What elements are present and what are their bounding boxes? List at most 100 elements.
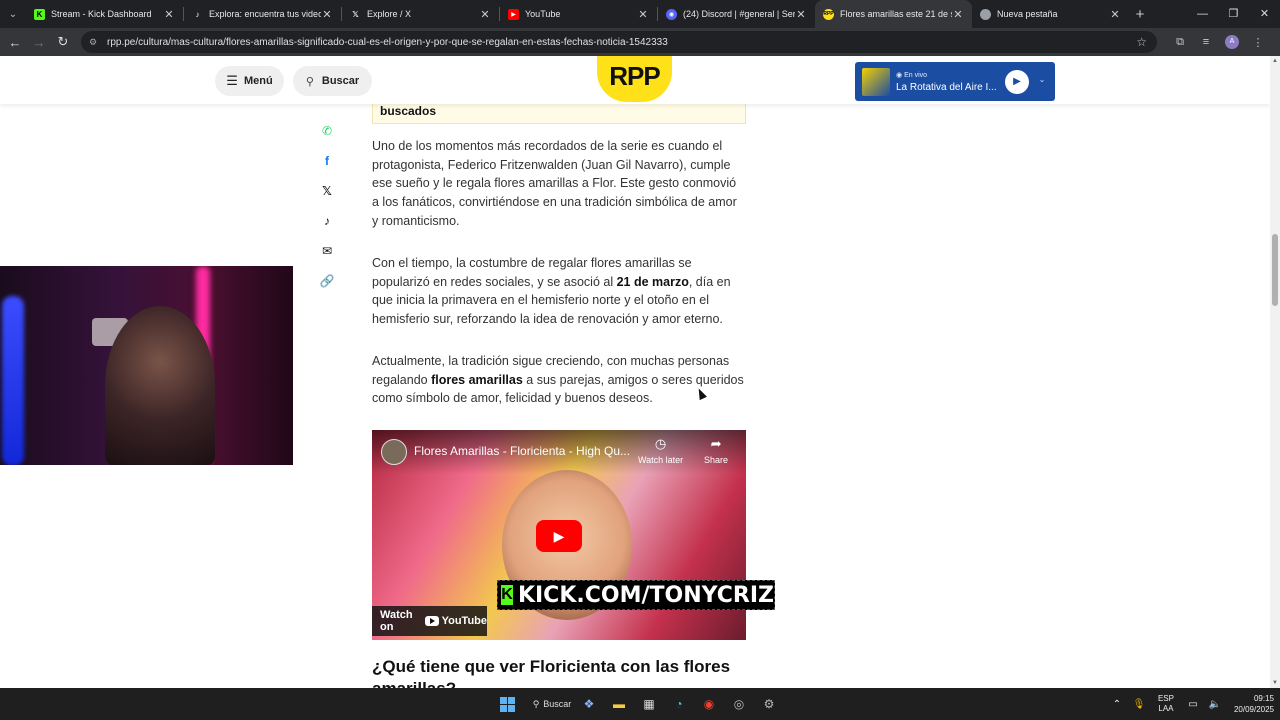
profile-avatar[interactable]: A: [1225, 35, 1239, 49]
site-info-icon[interactable]: ⚙: [89, 37, 103, 48]
edge-icon[interactable]: ◔: [664, 689, 694, 719]
bookmark-star-icon[interactable]: ☆: [1136, 35, 1147, 49]
site-header: ☰ Menú ⚲ Buscar RPP ◉ En vivo La Rotativ…: [0, 56, 1270, 104]
x-icon[interactable]: 𝕏: [316, 176, 338, 206]
close-tab-icon[interactable]: ✕: [479, 8, 491, 21]
whatsapp-icon[interactable]: ✆: [316, 116, 338, 146]
more-menu-icon[interactable]: ⋮: [1245, 36, 1271, 49]
live-radio-widget[interactable]: ◉ En vivo La Rotativa del Aire I... ▶ ⌄: [855, 62, 1055, 101]
reload-icon[interactable]: ↻: [51, 34, 75, 50]
tab-new-tab[interactable]: Nueva pestaña ✕: [972, 0, 1129, 28]
page-scrollbar[interactable]: ▲ ▼: [1270, 56, 1280, 688]
tab-label: Explore / X: [367, 9, 412, 19]
kick-channel-banner: K KICK.COM/TONYCRIZ: [497, 580, 775, 610]
watch-later-button[interactable]: ◷ Watch later: [638, 436, 683, 465]
toolbar-right: ⧉ ≡ A ⋮: [1167, 35, 1271, 49]
clock-time: 09:15: [1253, 694, 1274, 703]
tab-label: Flores amarillas este 21 de sep: [840, 9, 952, 19]
chevron-down-icon[interactable]: ⌄: [1035, 75, 1049, 89]
watch-on-label: Watch on: [380, 609, 413, 633]
media-controls-icon[interactable]: ≡: [1193, 36, 1219, 48]
link-icon[interactable]: 🔗: [316, 266, 338, 296]
paragraph-bold: flores amarillas: [431, 372, 523, 387]
tab-label: YouTube: [525, 9, 561, 19]
tab-kick-dashboard[interactable]: K Stream - Kick Dashboard ✕: [26, 0, 183, 28]
share-button[interactable]: ➦ Share: [704, 436, 728, 465]
chevron-up-icon[interactable]: ⌃: [1106, 699, 1128, 710]
file-explorer-icon[interactable]: ▬: [604, 689, 634, 719]
taskbar-apps: ⚲ Buscar ❖ ▬ ▦ ◔ ◉ ◎ ⚙: [492, 688, 784, 720]
tab-label: Stream - Kick Dashboard: [51, 9, 152, 19]
scroll-down-icon[interactable]: ▼: [1270, 680, 1280, 686]
obs-icon[interactable]: ◎: [724, 689, 754, 719]
forward-icon[interactable]: →: [27, 35, 51, 50]
store-icon[interactable]: ▦: [634, 689, 664, 719]
windows-taskbar: ⚲ Buscar ❖ ▬ ▦ ◔ ◉ ◎ ⚙ ⌃ 🎙 ESP LAA ▭ 🔈 09:…: [0, 688, 1280, 720]
copilot-icon[interactable]: ❖: [574, 689, 604, 719]
search-label: Buscar: [321, 75, 360, 87]
search-button[interactable]: ⚲ Buscar: [293, 66, 372, 96]
tab-youtube[interactable]: ▶ YouTube ✕: [500, 0, 657, 28]
chrome-icon: [980, 8, 991, 20]
article-paragraph: Actualmente, la tradición sigue creciend…: [372, 352, 746, 408]
clock-date: 20/09/2025: [1233, 705, 1274, 714]
back-icon[interactable]: ←: [3, 35, 27, 50]
kick-icon: K: [34, 8, 45, 20]
search-icon: ⚲: [532, 698, 540, 709]
tab-rpp-active[interactable]: RPP Flores amarillas este 21 de sep ✕: [815, 0, 972, 28]
language-indicator[interactable]: ESP LAA: [1158, 694, 1174, 714]
article-paragraph: Uno de los momentos más recordados de la…: [372, 137, 746, 231]
play-button[interactable]: ▶: [536, 520, 582, 552]
microphone-icon[interactable]: 🎙: [1128, 699, 1150, 710]
network-icon[interactable]: ▭: [1182, 699, 1204, 710]
close-tab-icon[interactable]: ✕: [795, 8, 807, 21]
menu-button[interactable]: ☰ Menú: [215, 66, 284, 96]
channel-avatar[interactable]: [381, 439, 407, 465]
chrome-icon[interactable]: ◉: [694, 689, 724, 719]
maximize-icon[interactable]: ❐: [1218, 0, 1249, 28]
rpp-logo[interactable]: RPP: [597, 56, 672, 102]
tab-search-dropdown[interactable]: ⌄: [0, 0, 26, 28]
taskbar-search[interactable]: ⚲ Buscar: [522, 689, 574, 719]
address-bar[interactable]: ⚙ rpp.pe/cultura/mas-cultura/flores-amar…: [81, 31, 1157, 53]
menu-label: Menú: [243, 75, 273, 87]
start-icon[interactable]: [492, 689, 522, 719]
close-tab-icon[interactable]: ✕: [321, 8, 333, 21]
tab-tiktok[interactable]: ♪ Explora: encuentra tus videos f ✕: [184, 0, 341, 28]
tab-label: (24) Discord | #general | Servid: [683, 9, 795, 19]
x-icon: 𝕏: [352, 9, 359, 19]
share-bar: ✆ f 𝕏 ♪ ✉ 🔗: [316, 116, 338, 296]
extensions-icon[interactable]: ⧉: [1167, 36, 1193, 49]
facebook-icon[interactable]: f: [316, 146, 338, 176]
close-tab-icon[interactable]: ✕: [637, 8, 649, 21]
play-icon[interactable]: ▶: [1005, 69, 1029, 94]
close-tab-icon[interactable]: ✕: [1109, 8, 1121, 21]
close-window-icon[interactable]: ✕: [1249, 0, 1280, 28]
info-box-tail: buscados: [372, 104, 746, 124]
app-icon[interactable]: ⚙: [754, 689, 784, 719]
watch-on-youtube-button[interactable]: Watch on YouTube: [372, 606, 487, 636]
youtube-wordmark: YouTube: [441, 615, 487, 627]
video-title[interactable]: Flores Amarillas - Floricienta - High Qu…: [414, 444, 630, 458]
system-tray: ⌃ 🎙 ESP LAA ▭ 🔈 09:15 20/09/2025: [1106, 688, 1274, 720]
tab-x[interactable]: 𝕏 Explore / X ✕: [342, 0, 499, 28]
youtube-icon: ▶: [508, 8, 519, 20]
scroll-up-icon[interactable]: ▲: [1270, 58, 1280, 64]
neon-light: [2, 296, 24, 465]
new-tab-button[interactable]: +: [1129, 6, 1151, 23]
volume-icon[interactable]: 🔈: [1204, 699, 1226, 710]
scrollbar-thumb[interactable]: [1272, 234, 1278, 306]
close-tab-icon[interactable]: ✕: [952, 8, 964, 21]
url-text: rpp.pe/cultura/mas-cultura/flores-amaril…: [107, 36, 668, 48]
clock[interactable]: 09:15 20/09/2025: [1234, 693, 1274, 715]
browser-toolbar: ← → ↻ ⚙ rpp.pe/cultura/mas-cultura/flore…: [0, 28, 1280, 56]
minimize-icon[interactable]: —: [1187, 0, 1218, 28]
article-paragraph: Con el tiempo, la costumbre de regalar f…: [372, 254, 746, 329]
tiktok-icon[interactable]: ♪: [316, 206, 338, 236]
streamer: [105, 306, 215, 465]
youtube-logo: YouTube: [424, 615, 487, 627]
email-icon[interactable]: ✉: [316, 236, 338, 266]
tab-discord[interactable]: ◉ (24) Discord | #general | Servid ✕: [658, 0, 815, 28]
close-tab-icon[interactable]: ✕: [163, 8, 175, 21]
kick-channel-url: KICK.COM/TONYCRIZ: [517, 582, 774, 608]
